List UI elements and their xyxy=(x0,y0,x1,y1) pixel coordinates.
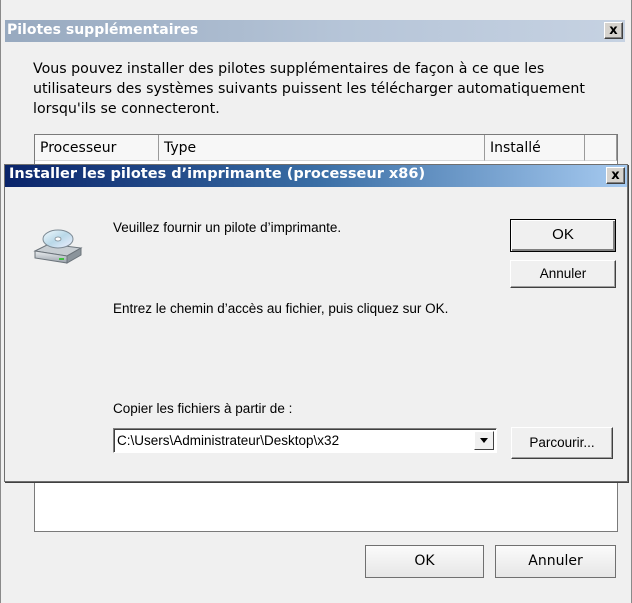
outer-close-button[interactable]: x xyxy=(604,22,623,39)
outer-dialog-title: Pilotes supplémentaires xyxy=(7,22,199,38)
copy-from-label: Copier les fichiers à partir de : xyxy=(113,401,293,416)
inner-dialog-title: Installer les pilotes d’imprimante (proc… xyxy=(9,166,426,182)
outer-ok-button[interactable]: OK xyxy=(365,545,484,578)
source-path-value[interactable]: C:\Users\Administrateur\Desktop\x32 xyxy=(117,433,339,448)
inner-titlebar[interactable]: Installer les pilotes d’imprimante (proc… xyxy=(5,165,627,187)
inner-close-button[interactable]: x xyxy=(606,167,625,184)
source-path-combobox[interactable]: C:\Users\Administrateur\Desktop\x32 xyxy=(113,428,497,453)
outer-description: Vous pouvez installer des pilotes supplé… xyxy=(33,61,585,117)
path-instruction-text: Entrez le chemin d’accès au fichier, pui… xyxy=(113,301,449,316)
column-header-extra[interactable] xyxy=(585,135,617,161)
column-header-processor[interactable]: Processeur xyxy=(35,135,159,161)
chevron-down-icon[interactable] xyxy=(474,431,494,450)
browse-button[interactable]: Parcourir... xyxy=(511,427,613,459)
disk-drive-icon xyxy=(33,229,83,264)
outer-titlebar[interactable]: Pilotes supplémentaires x xyxy=(5,20,625,42)
inner-cancel-button[interactable]: Annuler xyxy=(510,260,616,288)
drivers-list-body[interactable] xyxy=(34,476,618,532)
column-header-installed[interactable]: Installé xyxy=(485,135,585,161)
column-header-type[interactable]: Type xyxy=(159,135,485,161)
inner-ok-button[interactable]: OK xyxy=(510,219,616,252)
driver-prompt-text: Veuillez fournir un pilote d’imprimante. xyxy=(113,220,342,235)
outer-cancel-button[interactable]: Annuler xyxy=(495,545,616,578)
install-printer-drivers-dialog: Installer les pilotes d’imprimante (proc… xyxy=(4,164,628,482)
